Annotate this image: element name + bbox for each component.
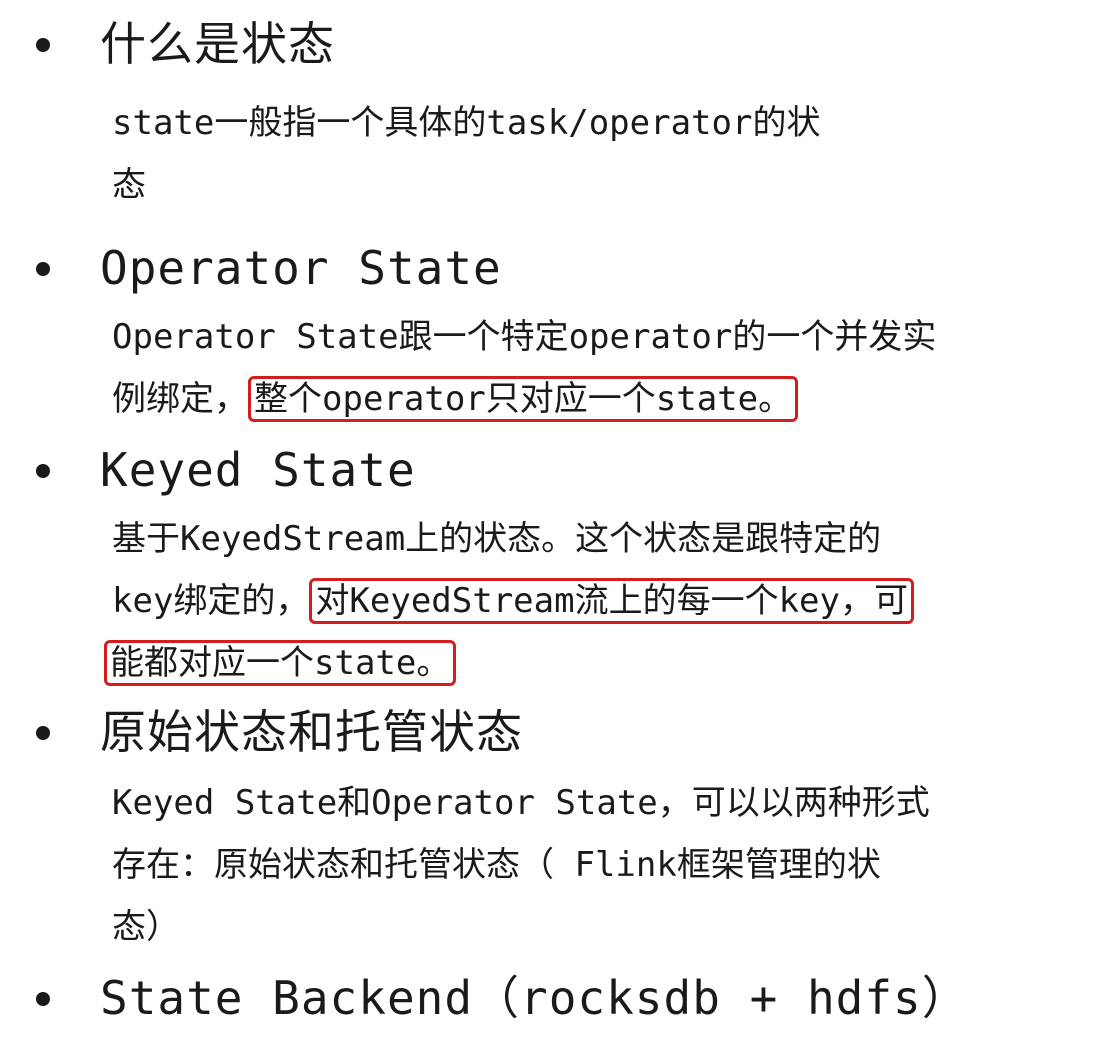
bullet-body: state一般指一个具体的task/operator的状 态 — [112, 92, 1072, 216]
text-line: 基于KeyedStream上的状态。这个状态是跟特定的 — [112, 508, 1072, 570]
bullet-item-raw-and-managed-state: 原始状态和托管状态 — [0, 700, 1106, 770]
bullet-body: Operator State跟一个特定operator的一个并发实 例绑定， 整个… — [112, 306, 1072, 430]
text-segment: Keyed State和Operator State，可以以两种形式 — [112, 783, 930, 823]
bullet-title: State Backend（rocksdb + hdfs） — [100, 971, 969, 1025]
text-line: 存在：原始状态和托管状态（ Flink框架管理的状 — [112, 834, 1072, 896]
bullet-title: Keyed State — [100, 443, 416, 497]
bullet-body: 基于KeyedStream上的状态。这个状态是跟特定的 key绑定的， 对Keye… — [104, 508, 1072, 694]
bullet-title: Operator State — [100, 241, 502, 295]
highlight-box: 整个operator只对应一个state。 — [248, 376, 799, 422]
text-line: 能都对应一个state。 — [104, 632, 1072, 694]
bullet-dot — [36, 464, 50, 478]
bullet-dot — [36, 726, 50, 740]
bullet-item-what-is-state: 什么是状态 — [0, 12, 1106, 82]
text-segment: key绑定的， — [112, 581, 310, 621]
text-segment: 存在：原始状态和托管状态（ Flink框架管理的状 — [112, 845, 881, 885]
text-segment: state一般指一个具体的task/operator的状 — [112, 103, 821, 143]
highlight-box: 对KeyedStream流上的每一个key，可 — [309, 578, 914, 624]
text-segment: Operator State跟一个特定operator的一个并发实 — [112, 317, 937, 357]
slide: 什么是状态 state一般指一个具体的task/operator的状 态 Ope… — [0, 0, 1106, 1054]
text-line: state一般指一个具体的task/operator的状 — [112, 92, 1072, 154]
bullet-dot — [36, 38, 50, 52]
bullet-item-keyed-state: Keyed State — [0, 438, 1106, 508]
text-line: Operator State跟一个特定operator的一个并发实 — [112, 306, 1072, 368]
text-segment: 态） — [112, 907, 180, 947]
text-line: Keyed State和Operator State，可以以两种形式 — [112, 772, 1072, 834]
highlight-box: 能都对应一个state。 — [104, 640, 457, 686]
bullet-title: 什么是状态 — [100, 17, 335, 71]
text-line: 态 — [112, 154, 1072, 216]
text-segment: 例绑定， — [112, 379, 248, 419]
bullet-dot — [36, 262, 50, 276]
text-line: 态） — [112, 896, 1072, 958]
text-line: 例绑定， 整个operator只对应一个state。 — [112, 368, 1072, 430]
bullet-title: 原始状态和托管状态 — [100, 705, 523, 759]
text-segment: 基于KeyedStream上的状态。这个状态是跟特定的 — [112, 519, 882, 559]
bullet-dot — [36, 992, 50, 1006]
bullet-item-state-backend: State Backend（rocksdb + hdfs） — [0, 966, 1106, 1036]
text-line: key绑定的， 对KeyedStream流上的每一个key，可 — [112, 570, 1072, 632]
bullet-body: Keyed State和Operator State，可以以两种形式 存在：原始… — [112, 772, 1072, 958]
text-segment: 态 — [112, 165, 146, 205]
bullet-item-operator-state: Operator State — [0, 236, 1106, 306]
